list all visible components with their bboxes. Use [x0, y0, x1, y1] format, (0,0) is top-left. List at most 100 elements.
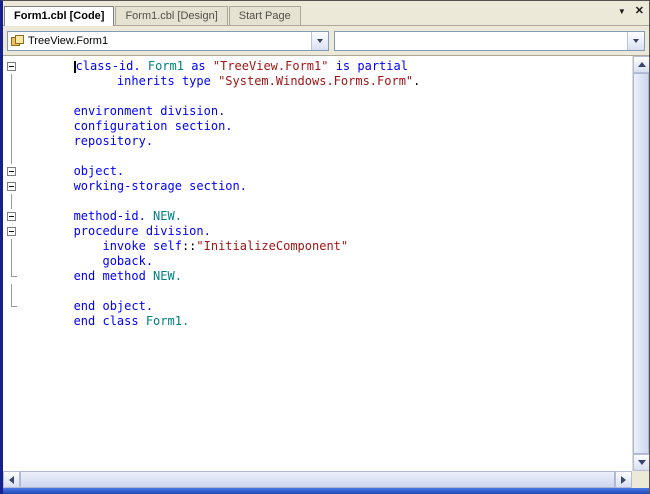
minus-box-icon[interactable] [7, 182, 16, 191]
types-dropdown[interactable]: TreeView.Form1 [7, 30, 329, 51]
arrow-up-icon [637, 62, 646, 67]
scroll-down-button[interactable] [633, 454, 649, 471]
fold-margin [3, 149, 23, 164]
chevron-down-icon [633, 38, 639, 43]
tab-start-page[interactable]: Start Page [228, 6, 301, 25]
horizontal-scroll-track[interactable] [20, 471, 615, 488]
fold-margin [3, 239, 23, 254]
code-line: inherits type "System.Windows.Forms.Form… [3, 74, 632, 89]
minus-box-icon[interactable] [7, 227, 16, 236]
editor-main: class-id. Form1 as "TreeView.Form1" is p… [3, 56, 649, 471]
horizontal-scrollbar[interactable] [3, 471, 632, 488]
scroll-up-button[interactable] [633, 56, 649, 73]
code-line: method-id. NEW. [3, 209, 632, 224]
fold-margin [3, 284, 23, 299]
horizontal-scrollbar-row [3, 471, 649, 488]
code-line-text: end method NEW. [23, 269, 182, 283]
navigation-bar: TreeView.Form1 [3, 26, 649, 55]
fold-margin [3, 89, 23, 104]
code-line-text: end object. [23, 299, 154, 313]
code-line: working-storage section. [3, 179, 632, 194]
vertical-scrollbar[interactable] [632, 56, 649, 471]
fold-margin [3, 104, 23, 119]
tab-label: Form1.cbl [Design] [125, 10, 218, 22]
tab-controls: ▼ ✕ [618, 6, 644, 17]
tab-label: Form1.cbl [Code] [14, 10, 105, 22]
code-lines: class-id. Form1 as "TreeView.Form1" is p… [3, 59, 632, 329]
code-line: object. [3, 164, 632, 179]
code-line: end class Form1. [3, 314, 632, 329]
scroll-left-button[interactable] [3, 471, 20, 488]
code-editor-surface[interactable]: class-id. Form1 as "TreeView.Form1" is p… [3, 56, 632, 471]
code-line [3, 149, 632, 164]
fold-collapse-icon[interactable] [3, 209, 23, 224]
types-dropdown-value: TreeView.Form1 [28, 34, 109, 47]
code-editor-window: Form1.cbl [Code] Form1.cbl [Design] Star… [0, 0, 650, 494]
code-line-text: repository. [23, 134, 154, 148]
arrow-right-icon [621, 475, 626, 484]
minus-box-icon[interactable] [7, 62, 16, 71]
scrollbar-corner [632, 471, 649, 488]
document-list-dropdown-icon[interactable]: ▼ [618, 7, 626, 17]
code-line: end object. [3, 299, 632, 314]
code-line-text: configuration section. [23, 119, 233, 133]
fold-margin [3, 269, 23, 284]
code-line: end method NEW. [3, 269, 632, 284]
tab-form1-cbl-design[interactable]: Form1.cbl [Design] [115, 6, 228, 25]
code-line [3, 284, 632, 299]
close-document-icon[interactable]: ✕ [635, 6, 644, 17]
code-line-text: class-id. Form1 as "TreeView.Form1" is p… [73, 59, 408, 73]
scroll-right-button[interactable] [615, 471, 632, 488]
fold-margin [3, 299, 23, 314]
members-dropdown[interactable] [334, 30, 645, 51]
document-tab-bar: Form1.cbl [Code] Form1.cbl [Design] Star… [3, 1, 649, 26]
vertical-scroll-thumb[interactable] [633, 73, 649, 454]
code-line: configuration section. [3, 119, 632, 134]
tab-form1-cbl-code[interactable]: Form1.cbl [Code] [4, 6, 115, 26]
code-line: invoke self::"InitializeComponent" [3, 239, 632, 254]
fold-collapse-icon[interactable] [3, 164, 23, 179]
fold-margin [3, 74, 23, 89]
code-line-text: working-storage section. [23, 179, 247, 193]
window-bottom-edge [3, 488, 649, 494]
fold-margin [3, 119, 23, 134]
code-line-text: invoke self::"InitializeComponent" [23, 239, 349, 253]
vertical-scroll-track[interactable] [633, 73, 649, 454]
code-line-text: inherits type "System.Windows.Forms.Form… [23, 74, 421, 88]
code-line [3, 194, 632, 209]
arrow-left-icon [9, 475, 14, 484]
minus-box-icon[interactable] [7, 212, 16, 221]
fold-collapse-icon[interactable] [3, 59, 23, 74]
fold-margin [3, 254, 23, 269]
code-line-text: goback. [23, 254, 154, 268]
code-line: environment division. [3, 104, 632, 119]
code-line-text: environment division. [23, 104, 226, 118]
tab-label: Start Page [238, 10, 291, 22]
code-line [3, 89, 632, 104]
code-line-text: procedure division. [23, 224, 211, 238]
code-line: class-id. Form1 as "TreeView.Form1" is p… [3, 59, 632, 74]
types-dropdown-arrow[interactable] [311, 31, 328, 50]
horizontal-scroll-thumb[interactable] [20, 471, 615, 488]
code-line: procedure division. [3, 224, 632, 239]
fold-collapse-icon[interactable] [3, 179, 23, 194]
code-line: repository. [3, 134, 632, 149]
code-line-text: object. [23, 164, 125, 178]
code-line-text: method-id. NEW. [23, 209, 182, 223]
fold-margin [3, 194, 23, 209]
minus-box-icon[interactable] [7, 167, 16, 176]
arrow-down-icon [637, 460, 646, 465]
fold-margin [3, 314, 23, 329]
members-dropdown-arrow[interactable] [627, 31, 644, 50]
fold-margin [3, 134, 23, 149]
fold-collapse-icon[interactable] [3, 224, 23, 239]
code-line-text: end class Form1. [23, 314, 190, 328]
class-icon [11, 35, 24, 46]
code-line: goback. [3, 254, 632, 269]
editor-area: class-id. Form1 as "TreeView.Form1" is p… [3, 55, 649, 488]
chevron-down-icon [317, 38, 323, 43]
